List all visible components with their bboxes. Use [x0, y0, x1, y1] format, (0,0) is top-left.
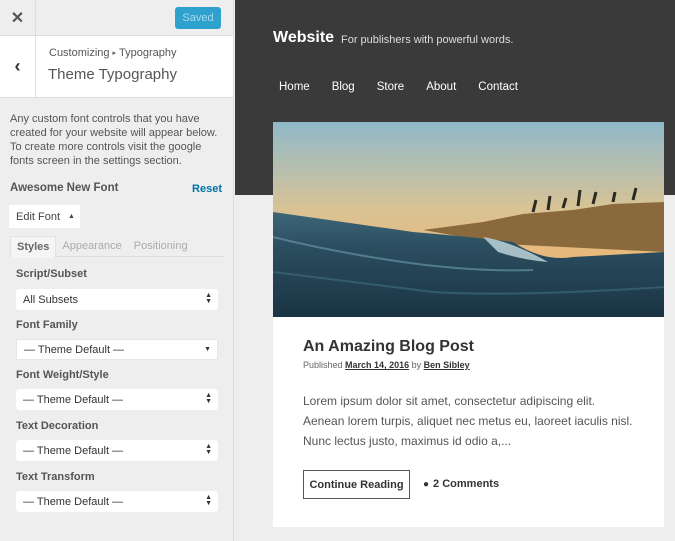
text-transform-value: — Theme Default — — [23, 495, 124, 508]
font-weight-label: Font Weight/Style — [16, 369, 109, 381]
updown-arrows-icon: ▲ ▼ — [205, 392, 212, 405]
meta-by: by — [411, 360, 422, 370]
post-author-link[interactable]: Ben Sibley — [424, 360, 470, 370]
font-weight-select[interactable]: — Theme Default — ▲ ▼ — [16, 389, 218, 410]
customizer-topbar: ✕ Saved — [0, 0, 233, 36]
site-title[interactable]: Website — [273, 29, 334, 47]
post-meta: Published March 14, 2016 by Ben Sibley — [303, 360, 470, 370]
updown-arrows-icon: ▲ ▼ — [205, 443, 212, 456]
saved-button[interactable]: Saved — [175, 7, 221, 29]
tab-styles[interactable]: Styles — [10, 236, 57, 258]
back-icon[interactable]: ‹ — [0, 36, 36, 97]
script-subset-label: Script/Subset — [16, 268, 87, 280]
text-decoration-label: Text Decoration — [16, 420, 99, 432]
font-family-value: — Theme Default — — [24, 343, 125, 356]
breadcrumb-separator-icon: ▸ — [112, 50, 117, 57]
text-transform-label: Text Transform — [16, 471, 95, 483]
text-decoration-value: — Theme Default — — [23, 444, 124, 457]
reset-link[interactable]: Reset — [192, 183, 222, 195]
continue-reading-button[interactable]: Continue Reading — [303, 470, 410, 499]
edit-font-label: Edit Font — [16, 210, 61, 223]
font-weight-value: — Theme Default — — [23, 393, 124, 406]
comments-count: 2 Comments — [433, 478, 500, 490]
meta-published: Published — [303, 360, 343, 370]
updown-arrows-icon: ▲ ▼ — [205, 292, 212, 305]
nav-contact[interactable]: Contact — [478, 81, 518, 93]
ocean-wave-photo — [273, 122, 664, 317]
chevron-down-icon: ▼ — [204, 346, 211, 353]
nav-home[interactable]: Home — [279, 81, 310, 93]
comment-bubble-icon: ● — [423, 478, 430, 490]
tab-positioning[interactable]: Positioning — [128, 236, 194, 256]
blog-post-card: An Amazing Blog Post Published March 14,… — [273, 122, 664, 527]
nav-blog[interactable]: Blog — [332, 81, 355, 93]
breadcrumb: Customizing ▸ Typography — [49, 47, 177, 59]
edit-font-button[interactable]: Edit Font ▲ — [9, 205, 80, 228]
featured-image[interactable] — [273, 122, 664, 317]
site-tagline: For publishers with powerful words. — [341, 34, 514, 46]
font-name: Awesome New Font — [10, 182, 119, 194]
post-title[interactable]: An Amazing Blog Post — [303, 338, 474, 356]
post-date-link[interactable]: March 14, 2016 — [345, 360, 409, 370]
primary-nav: Home Blog Store About Contact — [279, 81, 540, 93]
script-subset-value: All Subsets — [23, 293, 79, 306]
customizer-sidebar: ✕ Saved ‹ Customizing ▸ Typography Theme T… — [0, 0, 234, 541]
breadcrumb-current: Typography — [119, 47, 177, 59]
close-icon[interactable]: ✕ — [0, 0, 36, 35]
description: Any custom font controls that you have c… — [10, 113, 218, 167]
script-subset-select[interactable]: All Subsets ▲ ▼ — [16, 289, 218, 310]
font-family-label: Font Family — [16, 319, 78, 331]
post-excerpt: Lorem ipsum dolor sit amet, consectetur … — [303, 394, 633, 448]
text-decoration-select[interactable]: — Theme Default — ▲ ▼ — [16, 440, 218, 461]
nav-about[interactable]: About — [426, 81, 456, 93]
tab-appearance[interactable]: Appearance — [56, 236, 127, 256]
nav-store[interactable]: Store — [377, 81, 405, 93]
caret-up-icon: ▲ — [68, 213, 75, 220]
section-header: ‹ Customizing ▸ Typography Theme Typograph… — [0, 36, 233, 98]
comments-link[interactable]: ● 2 Comments — [423, 478, 499, 490]
updown-arrows-icon: ▲ ▼ — [205, 494, 212, 507]
text-transform-select[interactable]: — Theme Default — ▲ ▼ — [16, 491, 218, 512]
breadcrumb-parent: Customizing — [49, 47, 110, 59]
site-preview: Website For publishers with powerful wor… — [235, 0, 675, 541]
font-tabs: Styles Appearance Positioning — [10, 236, 224, 258]
font-family-select[interactable]: — Theme Default — ▼ — [16, 339, 218, 360]
section-title: Theme Typography — [48, 66, 177, 83]
